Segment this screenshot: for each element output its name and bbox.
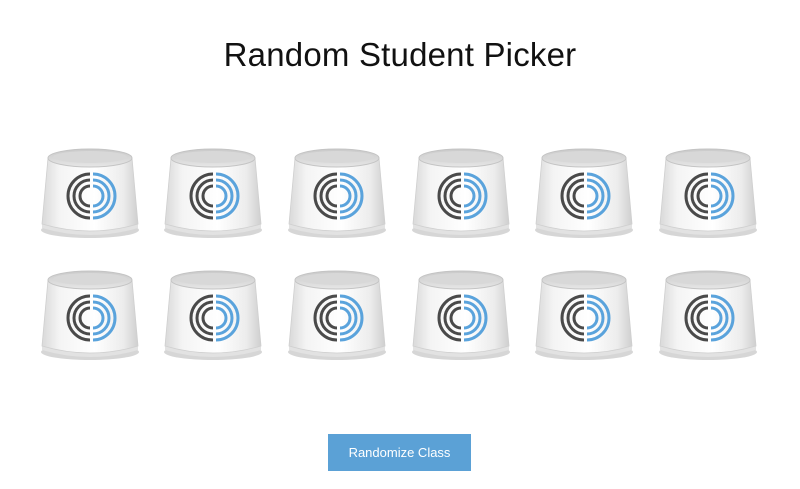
cup-graphic (288, 148, 386, 238)
page: Random Student Picker Randomize Class (0, 0, 800, 489)
cup-graphic (659, 270, 757, 360)
cup[interactable] (656, 144, 760, 240)
cup[interactable] (285, 266, 389, 362)
cup-graphic (535, 148, 633, 238)
cup[interactable] (161, 266, 265, 362)
cup-graphic (41, 270, 139, 360)
cup-graphic (412, 148, 510, 238)
cup-graphic (164, 270, 262, 360)
cup[interactable] (285, 144, 389, 240)
cup[interactable] (409, 266, 513, 362)
cup[interactable] (532, 144, 636, 240)
randomize-class-button[interactable]: Randomize Class (328, 434, 471, 471)
cup-graphic (164, 148, 262, 238)
cup-graphic (659, 148, 757, 238)
cup[interactable] (532, 266, 636, 362)
cup-graphic (412, 270, 510, 360)
cup[interactable] (656, 266, 760, 362)
cup[interactable] (409, 144, 513, 240)
cup-graphic (41, 148, 139, 238)
cup[interactable] (38, 144, 142, 240)
cup[interactable] (161, 144, 265, 240)
cup[interactable] (38, 266, 142, 362)
page-title: Random Student Picker (223, 36, 577, 73)
cup-graphic (535, 270, 633, 360)
cup-graphic (288, 270, 386, 360)
